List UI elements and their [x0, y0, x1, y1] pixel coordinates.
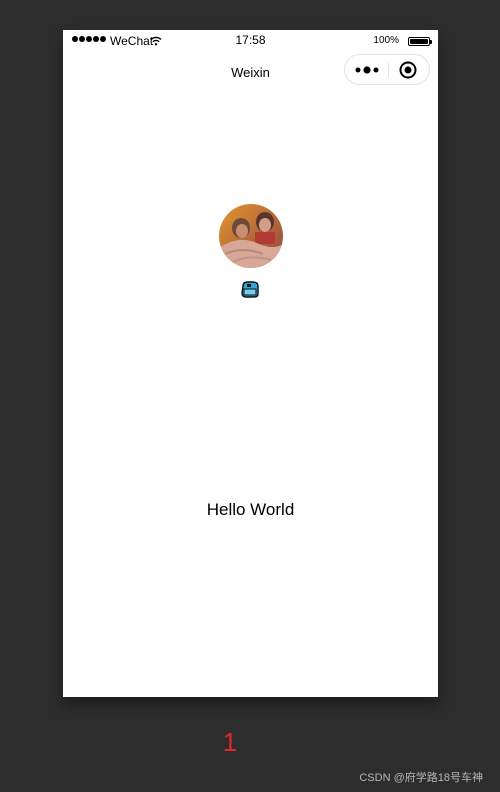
- battery-icon: [408, 37, 432, 46]
- mini-program-capsule: [344, 54, 430, 85]
- battery-fill: [410, 39, 428, 44]
- phone-screen: WeChat 17:58 100% Weixin Hello World: [63, 30, 438, 697]
- battery-percent: 100%: [373, 35, 399, 46]
- page-stage: WeChat 17:58 100% Weixin Hello World 1 C…: [0, 0, 500, 792]
- target-close-icon[interactable]: [398, 60, 418, 80]
- capsule-divider: [388, 63, 389, 77]
- more-dots-icon[interactable]: [354, 64, 380, 76]
- status-bar: WeChat 17:58 100%: [63, 30, 438, 52]
- user-avatar-photo[interactable]: [219, 204, 283, 268]
- emoji-sticker-icon: [241, 281, 259, 298]
- page-number: 1: [222, 727, 238, 757]
- greeting-text: Hello World: [206, 500, 295, 519]
- watermark-text: CSDN @府学路18号车神: [359, 772, 483, 784]
